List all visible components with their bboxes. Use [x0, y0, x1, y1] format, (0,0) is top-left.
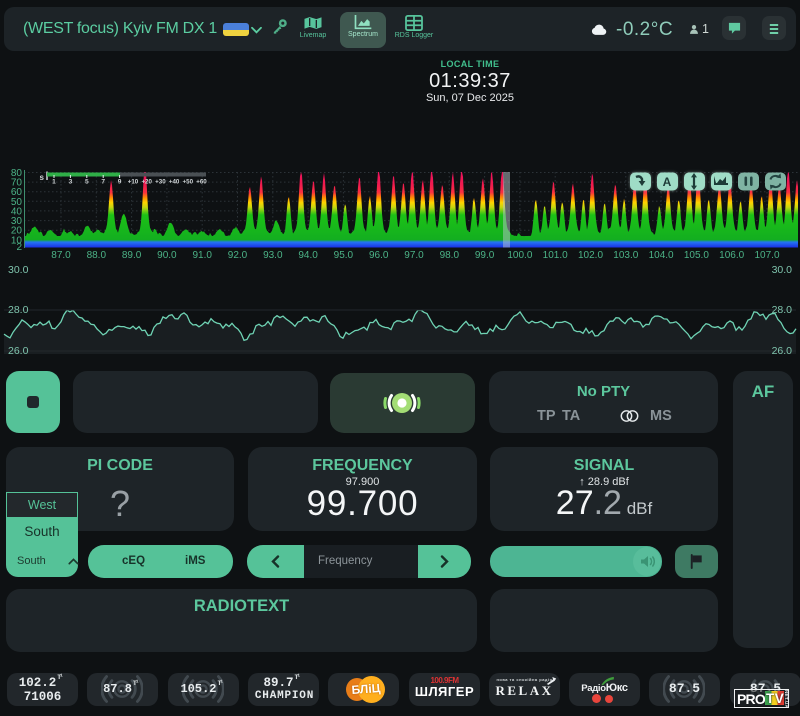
svg-text:+30: +30 — [155, 179, 166, 186]
svg-text:99.0: 99.0 — [475, 250, 495, 260]
svg-text:3: 3 — [69, 179, 73, 186]
svg-text:106.0: 106.0 — [719, 250, 744, 260]
svg-text:96.0: 96.0 — [369, 250, 389, 260]
svg-text:90.0: 90.0 — [157, 250, 177, 260]
svg-text:100.0: 100.0 — [507, 250, 532, 260]
svg-text:107.0: 107.0 — [754, 250, 779, 260]
svg-text:105.0: 105.0 — [684, 250, 709, 260]
svg-text:92.0: 92.0 — [228, 250, 248, 260]
svg-text:30.0: 30.0 — [772, 264, 793, 276]
svg-text:7: 7 — [101, 179, 105, 186]
svg-text:+60: +60 — [196, 179, 207, 186]
svg-text:93.0: 93.0 — [263, 250, 283, 260]
svg-text:28.0: 28.0 — [772, 304, 793, 316]
svg-text:9: 9 — [118, 179, 122, 186]
svg-text:98.0: 98.0 — [440, 250, 460, 260]
svg-text:95.0: 95.0 — [334, 250, 354, 260]
svg-text:26.0: 26.0 — [8, 345, 29, 357]
svg-text:97.0: 97.0 — [404, 250, 424, 260]
svg-text:103.0: 103.0 — [613, 250, 638, 260]
svg-text:A: A — [663, 175, 672, 189]
svg-text:89.0: 89.0 — [122, 250, 142, 260]
svg-text:1: 1 — [52, 179, 56, 186]
svg-text:+20: +20 — [141, 179, 152, 186]
svg-text:101.0: 101.0 — [543, 250, 568, 260]
svg-text:28.0: 28.0 — [8, 304, 29, 316]
svg-text:2: 2 — [16, 242, 22, 253]
svg-text:+10: +10 — [128, 179, 139, 186]
svg-text:s: s — [40, 173, 45, 182]
svg-text:+40: +40 — [169, 179, 180, 186]
svg-text:91.0: 91.0 — [192, 250, 212, 260]
svg-text:5: 5 — [85, 179, 89, 186]
svg-text:94.0: 94.0 — [298, 250, 318, 260]
svg-text:87.0: 87.0 — [51, 250, 71, 260]
svg-text:102.0: 102.0 — [578, 250, 603, 260]
svg-text:26.0: 26.0 — [772, 345, 793, 357]
svg-text:88.0: 88.0 — [87, 250, 107, 260]
svg-text:104.0: 104.0 — [649, 250, 674, 260]
svg-text:+50: +50 — [183, 179, 194, 186]
svg-text:30.0: 30.0 — [8, 264, 29, 276]
